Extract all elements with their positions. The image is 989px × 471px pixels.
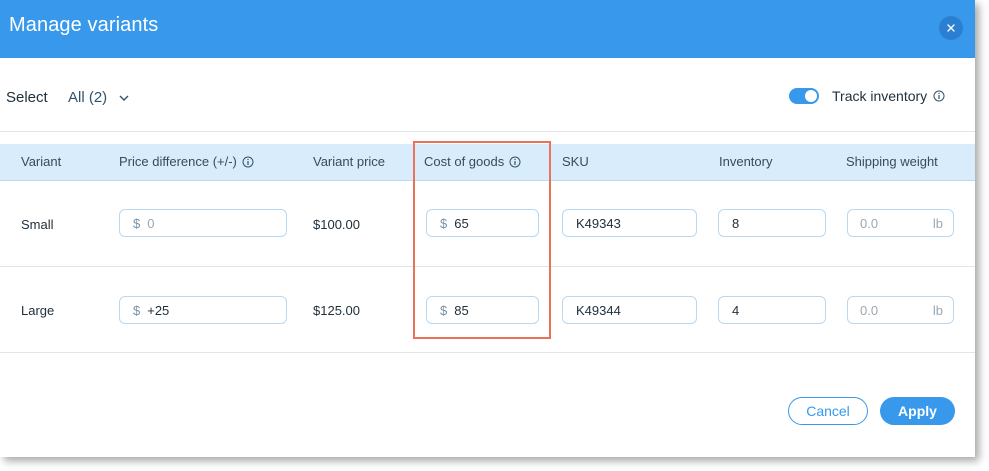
variant-price: $100.00: [313, 217, 360, 232]
weight-unit: lb: [932, 302, 943, 318]
sku-value: K49343: [576, 215, 621, 231]
column-header-shipping-weight: Shipping weight: [846, 154, 938, 169]
row-divider: [0, 352, 975, 353]
price-difference-input[interactable]: $ 0: [119, 209, 287, 237]
currency-symbol: $: [133, 302, 141, 318]
inventory-input[interactable]: 4: [718, 296, 826, 324]
price-difference-input[interactable]: $ +25: [119, 296, 287, 324]
track-inventory-label: Track inventory: [832, 88, 928, 104]
column-header-inventory: Inventory: [719, 154, 773, 169]
column-header-price-difference: Price difference (+/-): [119, 154, 254, 169]
select-value: All (2): [68, 89, 108, 106]
manage-variants-dialog: Manage variants Select All (2) Track inv…: [0, 0, 975, 457]
chevron-down-icon: [119, 95, 129, 101]
close-icon: [947, 24, 955, 32]
divider: [0, 131, 975, 132]
price-difference-value: +25: [147, 302, 170, 318]
track-inventory: Track inventory: [789, 88, 945, 104]
info-icon[interactable]: [933, 90, 945, 102]
track-inventory-toggle[interactable]: [789, 88, 819, 104]
info-icon[interactable]: [242, 156, 254, 168]
inventory-value: 4: [732, 302, 740, 318]
toggle-knob: [805, 90, 817, 102]
price-difference-value: 0: [147, 215, 155, 231]
apply-button[interactable]: Apply: [880, 397, 955, 425]
select-label: Select: [6, 89, 48, 106]
dialog-header: Manage variants: [0, 0, 975, 58]
column-header-sku: SKU: [562, 154, 589, 169]
shipping-weight-placeholder: 0.0: [860, 302, 879, 318]
cancel-button[interactable]: Cancel: [788, 397, 868, 425]
column-header-variant-price: Variant price: [313, 154, 386, 169]
variant-price: $125.00: [313, 303, 360, 318]
sku-input[interactable]: K49344: [562, 296, 697, 324]
sku-input[interactable]: K49343: [562, 209, 697, 237]
inventory-value: 8: [732, 215, 740, 231]
dialog-title: Manage variants: [9, 14, 159, 36]
close-button[interactable]: [939, 16, 963, 40]
variant-name: Small: [21, 217, 54, 232]
variant-name: Large: [21, 303, 55, 318]
shipping-weight-input[interactable]: 0.0 lb: [847, 296, 954, 324]
column-header-variant: Variant: [21, 154, 62, 169]
weight-unit: lb: [932, 215, 943, 231]
inventory-input[interactable]: 8: [718, 209, 826, 237]
select-dropdown[interactable]: All (2): [68, 89, 129, 106]
shipping-weight-input[interactable]: 0.0 lb: [847, 209, 954, 237]
currency-symbol: $: [133, 215, 141, 231]
sku-value: K49344: [576, 302, 621, 318]
cost-of-goods-highlight: [413, 141, 551, 339]
column-header-price-difference-label: Price difference (+/-): [119, 154, 237, 169]
shipping-weight-placeholder: 0.0: [860, 215, 879, 231]
